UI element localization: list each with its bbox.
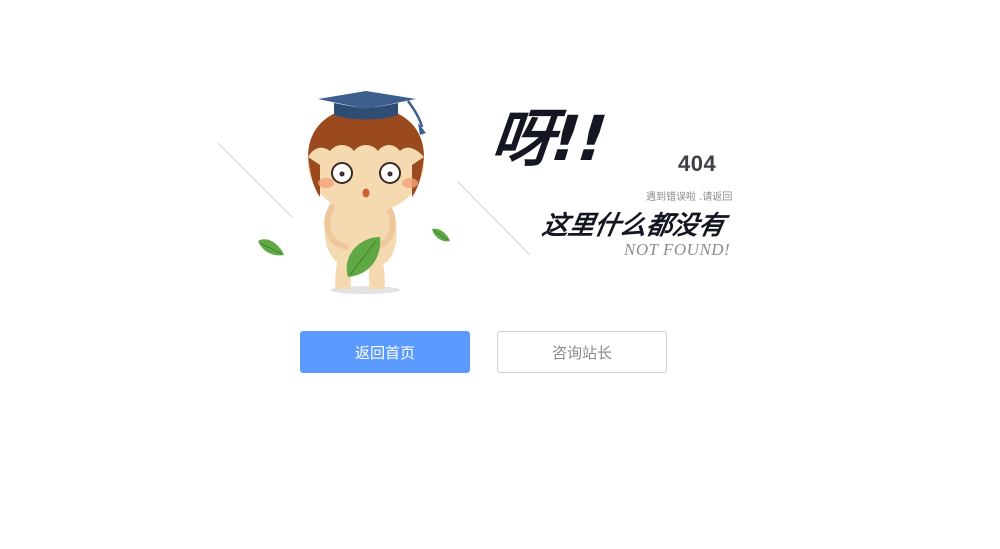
motion-line-left xyxy=(217,142,293,218)
exclaim-title: 呀!! xyxy=(488,102,609,175)
back-to-home-button[interactable]: 返回首页 xyxy=(300,331,470,373)
motion-line-right xyxy=(457,181,531,256)
cartoon-boy-holding-leaf-icon xyxy=(308,91,426,289)
error-404-page: 呀!! 404 遇到错误啦 .请返回 这里什么都没有 NOT FOUND! 返回… xyxy=(0,0,1000,549)
error-message-english: NOT FOUND! xyxy=(624,240,731,259)
mascot-illustration xyxy=(217,91,531,294)
error-hint: 遇到错误啦 .请返回 xyxy=(646,192,733,203)
error-code: 404 xyxy=(678,151,717,176)
contact-webmaster-button[interactable]: 咨询站长 xyxy=(497,331,667,373)
error-message: 这里什么都没有 xyxy=(539,211,728,241)
leaf-icon xyxy=(432,228,450,242)
leaf-icon xyxy=(258,239,284,256)
